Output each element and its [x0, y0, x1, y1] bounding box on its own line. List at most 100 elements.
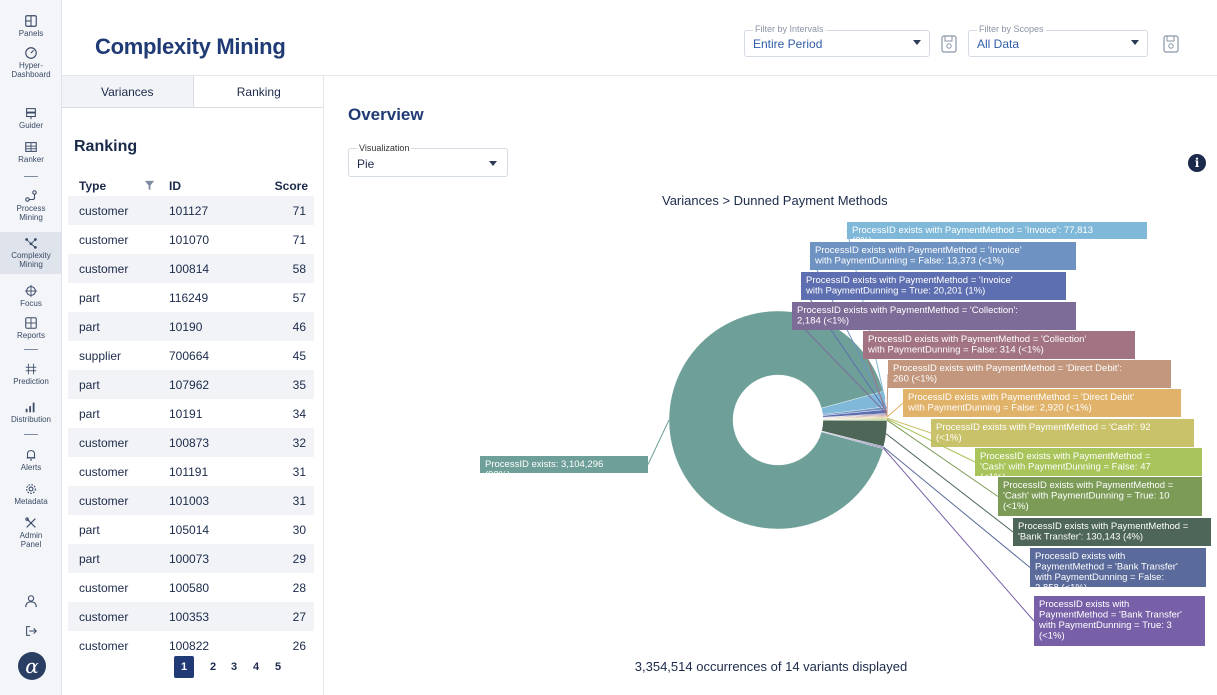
cell-type: part [79, 552, 100, 566]
slice-label[interactable]: ProcessID exists with PaymentMethod = 'Ba… [1013, 518, 1211, 546]
table-row[interactable]: part 10191 34 [68, 399, 314, 428]
table-row[interactable]: part 100073 29 [68, 544, 314, 573]
column-header-id[interactable]: ID [169, 179, 181, 193]
save-interval-button[interactable] [940, 34, 958, 54]
sidebar-item-guider[interactable]: Guider [0, 106, 62, 130]
network-icon [25, 238, 37, 249]
slice-label-text: ProcessID exists with PaymentMethod = 'I… [814, 245, 1022, 267]
gauge-icon [25, 47, 37, 59]
sidebar-item-label: Guider [18, 121, 43, 130]
cell-id: 101003 [169, 494, 210, 508]
table-row[interactable]: customer 101070 71 [68, 225, 314, 254]
cell-type: customer [79, 639, 129, 653]
table-row[interactable]: supplier 700664 45 [68, 341, 314, 370]
slice-label[interactable]: ProcessID exists with PaymentMethod = 'Ba… [1034, 596, 1205, 646]
table-row[interactable]: part 116249 57 [68, 283, 314, 312]
app-logo: α [18, 652, 46, 680]
cell-score: 32 [292, 436, 306, 450]
logout-button[interactable] [0, 624, 62, 639]
table-row[interactable]: customer 101127 71 [68, 196, 314, 225]
cell-id: 100073 [169, 552, 210, 566]
sidebar-item-admin-panel[interactable]: Admin Panel [0, 516, 62, 549]
signpost-icon [26, 108, 36, 120]
table-header: Type ID Score [62, 172, 324, 198]
sidebar-item-label: Complexity Mining [11, 251, 51, 269]
column-header-type[interactable]: Type [79, 179, 106, 193]
panels-icon [25, 15, 37, 27]
cell-score: 30 [292, 523, 306, 537]
cell-id: 101070 [169, 233, 210, 247]
cell-type: customer [79, 233, 129, 247]
user-button[interactable] [0, 594, 62, 609]
reports-icon [25, 317, 37, 329]
page-button[interactable]: 4 [246, 656, 266, 678]
header: Complexity Mining Filter by Intervals En… [62, 0, 1217, 76]
sidebar-item-process-mining[interactable]: Process Mining [0, 189, 62, 222]
table-row[interactable]: customer 100353 27 [68, 602, 314, 631]
cell-score: 71 [292, 204, 306, 218]
sidebar-item-alerts[interactable]: Alerts [0, 448, 62, 472]
leader-line [886, 373, 889, 417]
save-scope-button[interactable] [1162, 34, 1180, 54]
page-button[interactable]: 3 [224, 656, 244, 678]
slice-label[interactable]: ProcessID exists with PaymentMethod = 'Ba… [1030, 548, 1206, 594]
sidebar-item-label: Reports [16, 331, 45, 340]
sidebar-item-prediction[interactable]: Prediction [0, 362, 62, 386]
tab-ranking[interactable]: Ranking [194, 76, 325, 107]
sidebar-item-metadata[interactable]: Metadata [0, 482, 62, 506]
leader-line [886, 417, 932, 434]
sidebar-item-ranker[interactable]: Ranker [0, 140, 62, 164]
cell-score: 57 [292, 291, 306, 305]
ranking-panel: Variances Ranking Ranking Type ID Score … [62, 76, 324, 695]
table-row[interactable]: customer 101003 31 [68, 486, 314, 515]
column-header-score[interactable]: Score [275, 179, 308, 193]
slice-label[interactable]: ProcessID exists with PaymentMethod = 'C… [931, 419, 1194, 447]
sidebar-item-label: Hyper-Dashboard [11, 61, 51, 79]
table-row[interactable]: part 105014 30 [68, 515, 314, 544]
cell-id: 100814 [169, 262, 210, 276]
cell-type: part [79, 523, 100, 537]
table-row[interactable]: customer 101191 31 [68, 457, 314, 486]
sidebar-item-label: Prediction [13, 377, 49, 386]
tab-variances[interactable]: Variances [62, 76, 194, 107]
scope-filter-select[interactable]: Filter by Scopes All Data [968, 24, 1148, 57]
cell-score: 29 [292, 552, 306, 566]
logout-icon [26, 626, 37, 636]
slice-label[interactable]: ProcessID exists: 3,104,296 (93%) [480, 456, 648, 481]
table-row[interactable]: part 10190 46 [68, 312, 314, 341]
slice-label[interactable]: ProcessID exists with PaymentMethod = 'C… [863, 331, 1135, 359]
cell-score: 35 [292, 378, 306, 392]
slice-label[interactable]: ProcessID exists with PaymentMethod = 'I… [801, 272, 1066, 300]
sidebar-item-focus[interactable]: Focus [0, 284, 62, 308]
cell-type: supplier [79, 349, 122, 363]
interval-filter-label: Filter by Intervals [753, 24, 826, 34]
page-button[interactable]: 2 [203, 656, 223, 678]
cell-type: part [79, 407, 100, 421]
sidebar-item-distribution[interactable]: Distribution [0, 400, 62, 424]
sidebar-item-label: Metadata [14, 497, 48, 506]
table-row[interactable]: customer 100814 58 [68, 254, 314, 283]
slice-label[interactable]: ProcessID exists with PaymentMethod = 'Ca… [998, 477, 1202, 516]
slice-label[interactable]: ProcessID exists with PaymentMethod = 'C… [792, 302, 1076, 330]
sidebar-item-panels[interactable]: Panels [0, 14, 62, 38]
slice-label[interactable]: ProcessID exists with PaymentMethod = 'D… [903, 389, 1181, 417]
cell-score: 71 [292, 233, 306, 247]
slice-label[interactable]: ProcessID exists with PaymentMethod = 'D… [888, 360, 1171, 388]
pagination: 1 2 3 4 5 [62, 654, 324, 680]
sidebar-item-complexity-mining[interactable]: Complexity Mining [0, 232, 62, 274]
sidebar-divider [24, 349, 38, 350]
cell-id: 105014 [169, 523, 210, 537]
table-row[interactable]: customer 100580 28 [68, 573, 314, 602]
cell-id: 100353 [169, 610, 210, 624]
sidebar-item-reports[interactable]: Reports [0, 316, 62, 340]
sidebar: Panels Hyper-Dashboard Guider Ranker Pro… [0, 0, 62, 695]
sidebar-item-hyper-dashboard[interactable]: Hyper-Dashboard [0, 46, 62, 79]
page-button[interactable]: 5 [268, 656, 288, 678]
sidebar-item-label: Panels [18, 29, 44, 38]
table-row[interactable]: customer 100873 32 [68, 428, 314, 457]
interval-filter-select[interactable]: Filter by Intervals Entire Period [744, 24, 930, 57]
filter-icon[interactable] [144, 180, 155, 194]
slice-label[interactable]: ProcessID exists with PaymentMethod = 'I… [810, 242, 1076, 270]
page-button[interactable]: 1 [174, 656, 194, 678]
table-row[interactable]: part 107962 35 [68, 370, 314, 399]
